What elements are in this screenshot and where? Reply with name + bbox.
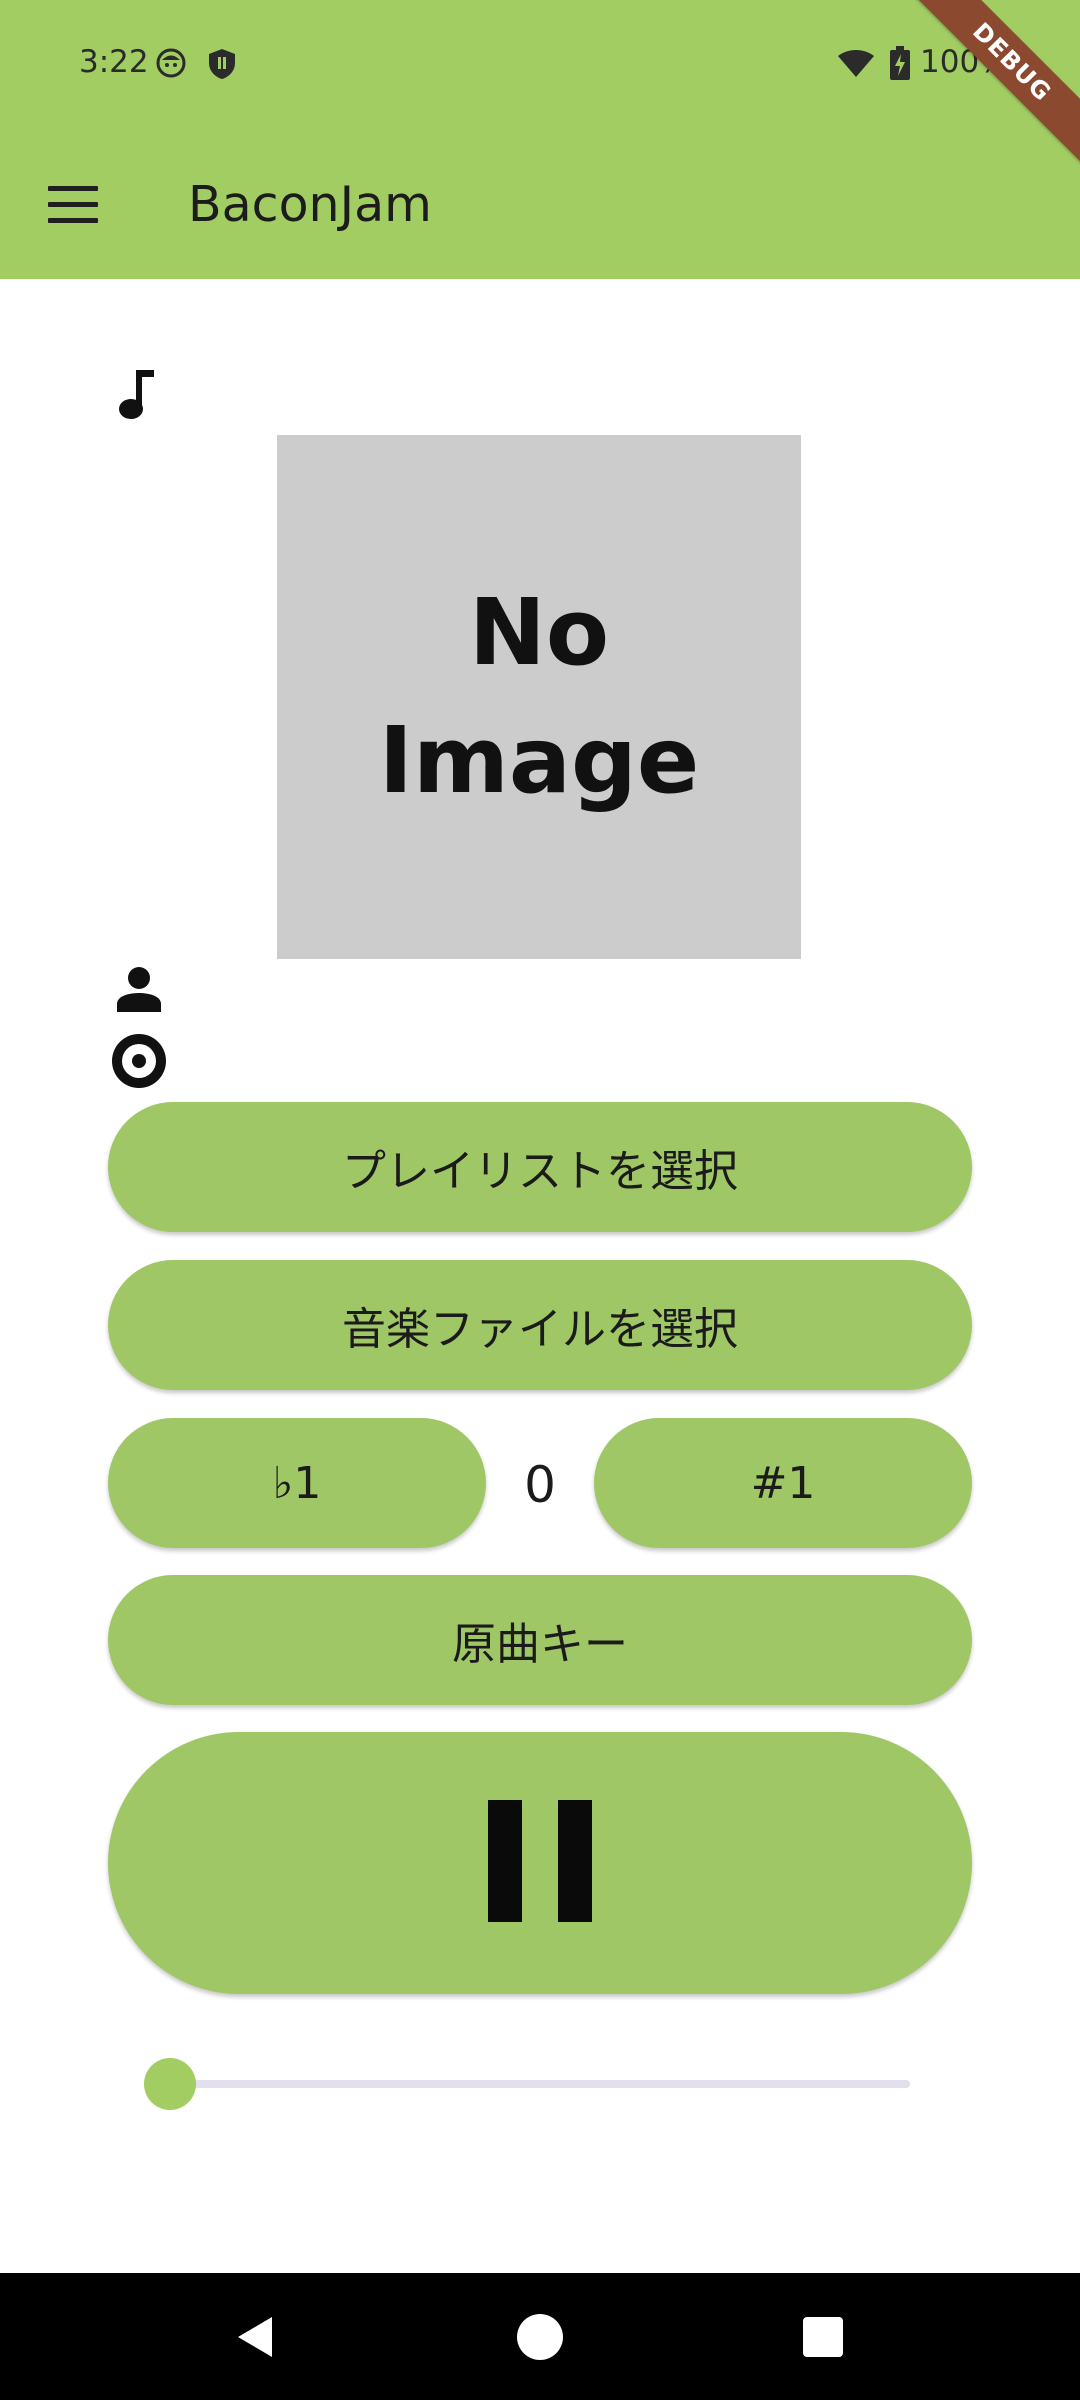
original-key-button[interactable]: 原曲キー: [108, 1575, 972, 1705]
seek-slider-thumb[interactable]: [144, 2058, 196, 2110]
seek-slider-track[interactable]: [170, 2080, 910, 2088]
disc-icon: [112, 1034, 166, 1088]
pitch-value: 0: [524, 1456, 556, 1514]
recents-icon[interactable]: [802, 2316, 844, 2358]
album-artwork: No Image: [277, 435, 801, 959]
flat-button[interactable]: ♭1: [108, 1418, 486, 1548]
app-title: BaconJam: [188, 176, 432, 233]
back-icon[interactable]: [234, 2315, 276, 2359]
person-icon: [117, 967, 161, 1012]
music-note-icon: [119, 370, 154, 419]
shield-icon: [209, 49, 235, 79]
select-playlist-button[interactable]: プレイリストを選択: [108, 1102, 972, 1232]
sharp-button[interactable]: #1: [594, 1418, 972, 1548]
navigation-bar: [0, 2273, 1080, 2400]
select-music-file-button[interactable]: 音楽ファイルを選択: [108, 1260, 972, 1390]
menu-button[interactable]: [48, 186, 98, 226]
face-icon: [156, 48, 186, 78]
status-time: 3:22: [79, 44, 149, 80]
menu-icon: [48, 186, 98, 191]
battery-icon: [890, 46, 910, 80]
play-pause-button[interactable]: [108, 1732, 972, 1994]
artwork-text-line2: Image: [378, 707, 700, 814]
home-icon[interactable]: [516, 2313, 564, 2361]
wifi-icon: [838, 50, 874, 77]
debug-banner: DEBUG: [904, 0, 1080, 170]
app-bar: 3:22 100% DEBUG BaconJam: [0, 0, 1080, 279]
artwork-text-line1: No: [468, 579, 610, 686]
